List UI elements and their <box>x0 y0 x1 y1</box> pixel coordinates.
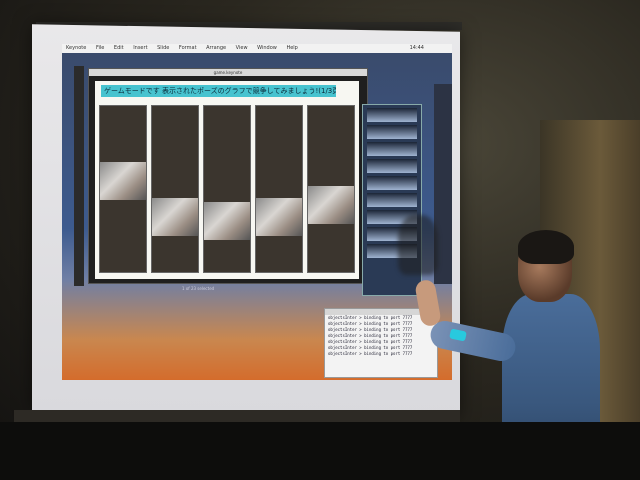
pose-frame <box>99 105 147 273</box>
log-line: objectsInter > binding to port 7777 <box>328 351 413 356</box>
pose-photo <box>152 198 198 236</box>
pose-frame <box>307 105 355 273</box>
pose-frame <box>255 105 303 273</box>
mini-graph <box>367 176 417 190</box>
presentation-window: game.keynote ゲームモードです 表示されたポーズのグラフで競争してみ… <box>88 68 368 284</box>
pose-photo <box>308 186 354 224</box>
menu-item[interactable]: Edit <box>114 45 124 51</box>
menu-item[interactable]: Window <box>257 45 277 51</box>
pose-frame <box>151 105 199 273</box>
foreground-dark <box>0 422 640 480</box>
mini-graph <box>367 108 417 122</box>
menu-item[interactable]: View <box>236 45 248 51</box>
pose-photo <box>256 198 302 236</box>
pose-photo <box>204 202 250 240</box>
mini-graph <box>367 125 417 139</box>
slide-caption: ゲームモードです 表示されたポーズのグラフで競争してみましょう!(1/3頁) <box>101 85 336 97</box>
menu-item[interactable]: Insert <box>133 45 147 51</box>
tool-palette[interactable] <box>74 66 84 286</box>
menu-item[interactable]: Slide <box>157 45 169 51</box>
status-text: 1 of 23 selected <box>182 286 215 291</box>
mini-graph <box>367 142 417 156</box>
pose-frame <box>203 105 251 273</box>
mini-graph <box>367 159 417 173</box>
menu-item[interactable]: Keynote <box>66 45 86 51</box>
menu-item[interactable]: Format <box>179 45 197 51</box>
hand-shadow <box>398 215 438 275</box>
menu-item[interactable]: Help <box>286 45 297 51</box>
projected-desktop: Keynote File Edit Insert Slide Format Ar… <box>62 44 452 380</box>
window-title: game.keynote <box>89 69 367 76</box>
slide-canvas: ゲームモードです 表示されたポーズのグラフで競争してみましょう!(1/3頁) <box>95 81 359 279</box>
pose-photo <box>100 162 146 200</box>
menu-item[interactable]: Arrange <box>206 45 226 51</box>
mini-graph <box>367 193 417 207</box>
screen-stand <box>14 410 460 422</box>
menu-bar: Keynote File Edit Insert Slide Format Ar… <box>62 44 452 53</box>
menu-item[interactable]: File <box>96 45 104 51</box>
menu-clock: 14:44 <box>409 45 424 51</box>
presenter-hair <box>518 230 574 264</box>
